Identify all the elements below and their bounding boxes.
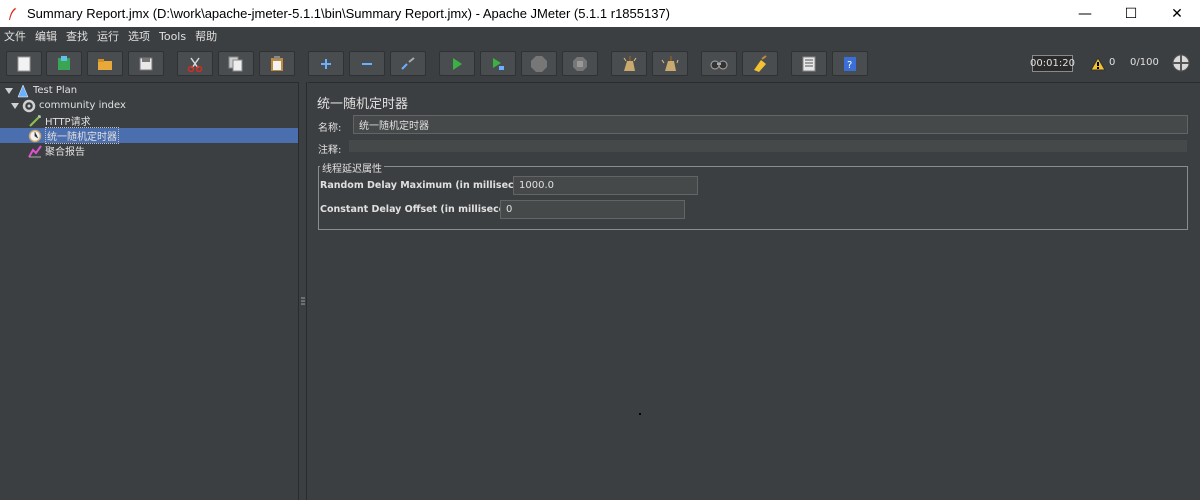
search-button[interactable]	[701, 51, 737, 76]
paste-icon	[270, 55, 284, 72]
function-helper-button[interactable]	[791, 51, 827, 76]
open-button[interactable]	[87, 51, 123, 76]
function-helper-icon	[802, 56, 816, 72]
new-icon	[17, 56, 31, 72]
templates-icon	[56, 55, 72, 72]
delay-properties-group	[318, 166, 1188, 230]
expand-icon	[320, 58, 332, 70]
menu-help[interactable]: 帮助	[195, 28, 217, 44]
clear-all-button[interactable]	[652, 51, 688, 76]
thread-group-icon	[22, 99, 36, 113]
minimize-button[interactable]: —	[1062, 0, 1108, 27]
menu-run[interactable]: 运行	[97, 28, 119, 44]
shutdown-button[interactable]	[562, 51, 598, 76]
menu-edit[interactable]: 编辑	[35, 28, 57, 44]
report-icon	[28, 144, 42, 158]
element-editor-panel: 统一随机定时器 名称: 统一随机定时器 注释: 线程延迟属性 Random De…	[308, 82, 1200, 500]
group-title: 线程延迟属性	[320, 160, 384, 175]
stop-button[interactable]	[521, 51, 557, 76]
remote-globe-icon[interactable]	[1172, 54, 1190, 76]
tree-item-uniform-random-timer[interactable]: 统一随机定时器	[28, 127, 119, 144]
clear-icon	[620, 55, 638, 73]
panel-splitter[interactable]	[299, 82, 307, 500]
reset-search-button[interactable]	[742, 51, 778, 76]
menu-options[interactable]: 选项	[128, 28, 150, 44]
comment-input[interactable]	[348, 139, 1188, 153]
cut-icon	[187, 56, 203, 72]
save-button[interactable]	[128, 51, 164, 76]
copy-button[interactable]	[218, 51, 254, 76]
collapse-icon	[361, 58, 373, 70]
start-button[interactable]	[439, 51, 475, 76]
panel-title: 统一随机定时器	[317, 97, 409, 112]
menu-tools[interactable]: Tools	[159, 30, 186, 43]
close-button[interactable]: ✕	[1154, 0, 1200, 27]
tree-item-label: HTTP请求	[45, 117, 91, 128]
random-delay-input[interactable]: 1000.0	[513, 176, 698, 195]
test-plan-tree: Test Plan community index HTTP请求 统一随机定时器…	[0, 82, 299, 500]
help-button[interactable]: ?	[832, 51, 868, 76]
expand-arrow-icon[interactable]	[4, 86, 14, 96]
start-no-pause-button[interactable]	[480, 51, 516, 76]
tree-item-label: 聚合报告	[45, 147, 85, 158]
name-label: 名称:	[318, 123, 342, 134]
templates-button[interactable]	[46, 51, 82, 76]
tree-item-label: 统一随机定时器	[45, 127, 119, 144]
name-input[interactable]: 统一随机定时器	[353, 115, 1188, 134]
maximize-button[interactable]: ☐	[1108, 0, 1154, 27]
tree-item-aggregate-report[interactable]: 聚合报告	[28, 143, 85, 158]
splitter-grip-icon[interactable]	[301, 292, 305, 305]
warning-icon[interactable]	[1090, 56, 1106, 75]
clear-all-icon	[661, 55, 679, 73]
http-sampler-icon	[28, 114, 42, 128]
tree-item-community-index[interactable]: community index	[10, 98, 126, 113]
jmeter-feather-icon	[0, 0, 24, 27]
collapse-button[interactable]	[349, 51, 385, 76]
toggle-icon	[400, 56, 416, 72]
elapsed-time: 00:01:20	[1030, 55, 1075, 72]
svg-text:?: ?	[847, 60, 852, 71]
search-icon	[710, 58, 728, 70]
menu-file[interactable]: 文件	[4, 28, 26, 44]
menu-search[interactable]: 查找	[66, 28, 88, 44]
tree-item-test-plan[interactable]: Test Plan	[4, 83, 77, 98]
start-icon	[451, 57, 463, 71]
new-button[interactable]	[6, 51, 42, 76]
clear-button[interactable]	[611, 51, 647, 76]
tree-item-label: Test Plan	[33, 85, 78, 96]
tree-item-label: community index	[39, 100, 126, 111]
open-icon	[97, 57, 113, 71]
toolbar: ? 00:01:20 0 0/100	[0, 45, 1200, 82]
stop-icon	[530, 55, 548, 73]
expand-button[interactable]	[308, 51, 344, 76]
window-titlebar: Summary Report.jmx (D:\work\apache-jmete…	[0, 0, 1200, 27]
tree-item-http-request[interactable]: HTTP请求	[28, 113, 91, 128]
menu-bar: 文件 编辑 查找 运行 选项 Tools 帮助	[0, 27, 1200, 45]
cut-button[interactable]	[177, 51, 213, 76]
cursor-dot	[639, 413, 641, 415]
toggle-button[interactable]	[390, 51, 426, 76]
copy-icon	[228, 56, 244, 72]
start-no-pause-icon	[491, 57, 505, 71]
save-icon	[139, 57, 153, 71]
expand-arrow-icon[interactable]	[10, 101, 20, 111]
constant-delay-input[interactable]: 0	[500, 200, 685, 219]
active-threads: 0/100	[1130, 57, 1159, 68]
window-title: Summary Report.jmx (D:\work\apache-jmete…	[27, 6, 671, 21]
comment-label: 注释:	[318, 145, 342, 156]
shutdown-icon	[572, 56, 588, 72]
timer-icon	[28, 129, 42, 143]
paste-button[interactable]	[259, 51, 295, 76]
test-plan-icon	[16, 83, 30, 98]
help-icon: ?	[843, 56, 857, 72]
reset-search-icon	[751, 54, 769, 73]
warning-count: 0	[1109, 57, 1116, 68]
